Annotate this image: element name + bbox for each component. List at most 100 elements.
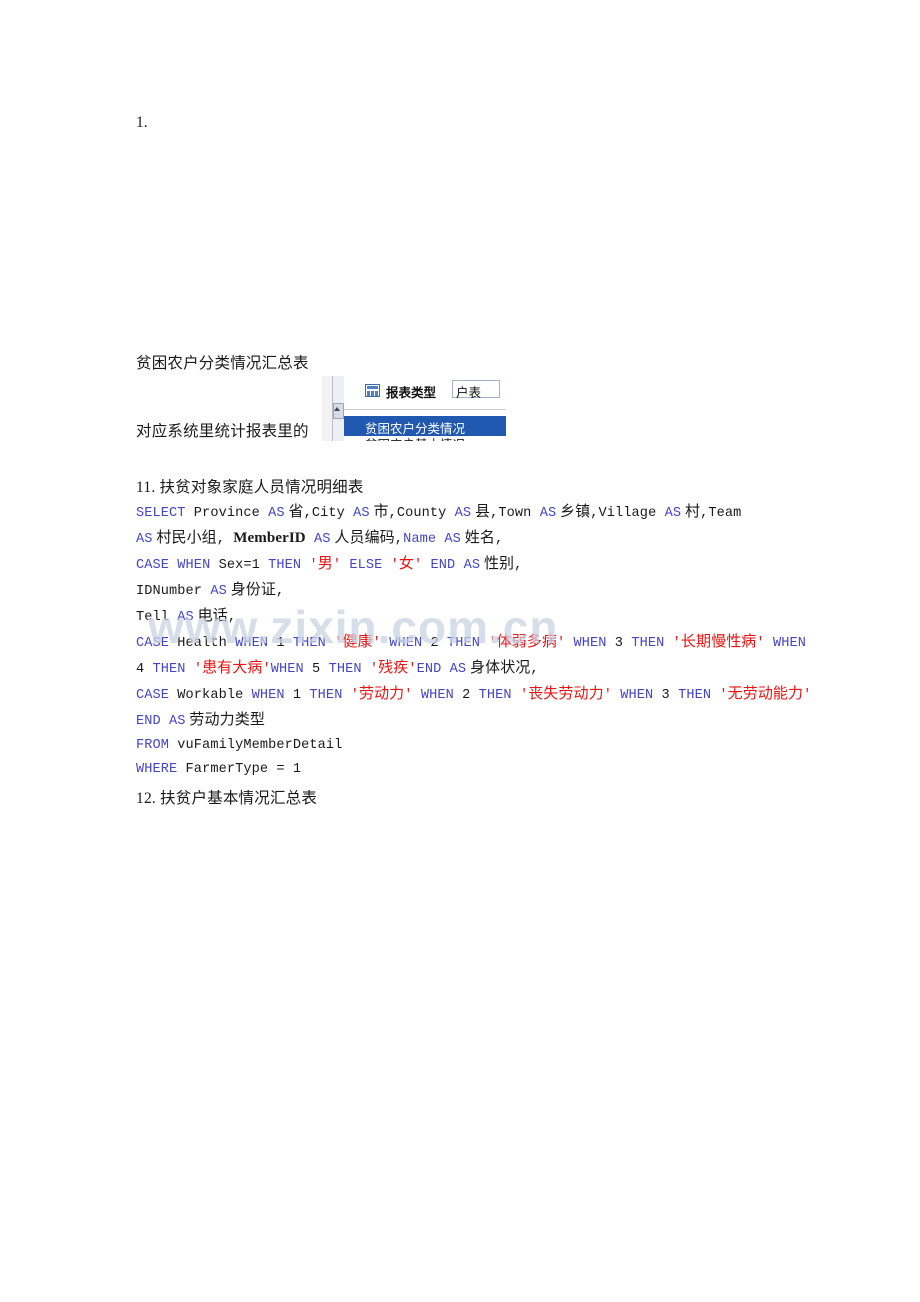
sql-token: AS (463, 558, 481, 573)
sql-token: 健康 (342, 634, 373, 650)
embedded-app-screenshot: 报表类型 户表 贫困农户分类情况 贫困农户基本情况 (322, 376, 506, 441)
sql-token: THEN (678, 688, 712, 703)
sql-token: 电话 (193, 608, 228, 624)
sql-token: AS (210, 584, 227, 599)
sql-token: WHEN (573, 636, 607, 651)
sql-token: THEN (152, 662, 186, 677)
sql-token: MemberID (233, 530, 306, 546)
sql-line: Tell AS 电话, (136, 604, 816, 630)
sql-token: 体弱多病 (496, 634, 557, 650)
sql-token: 性别 (480, 556, 515, 572)
section-heading-12: 12. 扶贫户基本情况汇总表 (136, 790, 318, 807)
sql-token: ' (719, 688, 728, 703)
sql-token: ' (262, 662, 271, 677)
sql-token: AS (136, 532, 153, 547)
sql-token: 2 (453, 688, 479, 703)
sql-token: ELSE (349, 558, 383, 573)
sql-token: 县 (471, 504, 491, 520)
report-type-label: 报表类型 (386, 386, 437, 400)
sql-token: IDNumber (136, 584, 211, 599)
sql-token: ' (756, 636, 765, 651)
sql-token: ' (390, 558, 399, 573)
sql-token: CASE (136, 688, 170, 703)
report-type-field[interactable]: 户表 (452, 380, 500, 400)
sql-token: , (514, 558, 523, 573)
sql-token: ' (519, 688, 529, 703)
top-item-number: 1. (136, 114, 148, 131)
sql-token: Sex=1 (210, 558, 269, 573)
sql-token: ,Village (590, 506, 665, 521)
sql-token: THEN (478, 688, 512, 703)
sql-token: CASE (136, 558, 170, 573)
scrollbar-thumb[interactable] (333, 403, 344, 419)
sql-token: Tell (136, 610, 178, 625)
sql-token: 1 (284, 688, 310, 703)
sql-token: FROM (136, 738, 170, 753)
sql-token: WHEN (772, 636, 806, 651)
sql-token: 劳动力类型 (185, 712, 265, 728)
sql-line: AS 村民小组, MemberID AS 人员编码,Name AS 姓名, (136, 526, 816, 552)
sql-token: vuFamilyMemberDetail (169, 738, 343, 753)
sql-token: AS (539, 506, 557, 521)
sql-token: 患有大病 (202, 660, 263, 676)
sql-token: WHEN (270, 662, 304, 677)
sql-token: END (416, 662, 442, 677)
sql-token: ' (369, 662, 379, 677)
list-item-selected[interactable]: 贫困农户分类情况 (344, 416, 506, 436)
sql-token: ' (408, 662, 417, 677)
sql-token: ' (332, 558, 342, 573)
sql-token: , (494, 532, 504, 547)
scrollbar-track[interactable] (322, 376, 345, 441)
sql-token: 乡镇 (556, 504, 591, 520)
report-type-value: 户表 (456, 386, 482, 400)
sql-token: 身体状况 (466, 660, 531, 676)
sql-token: , (227, 610, 237, 625)
sql-token: AS (314, 532, 331, 547)
document-page: 1. 贫困农户分类情况汇总表 对应系统里统计报表里的 报表类型 户表 贫困农户分… (0, 0, 920, 1302)
sql-token: WHERE (136, 762, 178, 777)
sql-token: AS (353, 506, 370, 521)
scroll-arrow-icon[interactable] (334, 407, 340, 411)
sql-token: SELECT (136, 506, 186, 521)
sql-token: 丧失劳动力 (528, 686, 604, 702)
sql-token: ' (309, 558, 318, 573)
sql-code-block: SELECT Province AS 省,City AS 市,County AS… (136, 500, 816, 782)
sql-token: WHEN (251, 688, 285, 703)
sql-token: AS (444, 532, 461, 547)
sql-token: 女 (398, 556, 415, 572)
sql-token: 无劳动能力 (727, 686, 804, 702)
sql-token: AS (268, 506, 285, 521)
sql-token: 身份证 (226, 582, 276, 598)
sql-token: 省 (284, 504, 304, 520)
sql-token: ,Team (700, 506, 742, 521)
sql-token: ,City (303, 506, 354, 521)
sql-token: ' (372, 636, 381, 651)
sql-token: 3 (653, 688, 679, 703)
report-title: 贫困农户分类情况汇总表 (136, 355, 309, 372)
sql-token: END (430, 558, 456, 573)
sql-line: IDNumber AS 身份证, (136, 578, 816, 604)
sql-token: Name (403, 532, 437, 547)
sql-token: END (136, 714, 161, 729)
report-type-toolbar: 报表类型 户表 (344, 376, 506, 410)
sql-token: WHEN (177, 558, 211, 573)
sql-token: 1 (268, 636, 293, 651)
sql-token: WHEN (389, 636, 423, 651)
sql-token: ,Town (490, 506, 540, 521)
sql-token: THEN (631, 636, 665, 651)
sql-line: CASE Workable WHEN 1 THEN '劳动力' WHEN 2 T… (136, 682, 816, 734)
sql-token: , (394, 532, 404, 547)
list-item-next[interactable]: 贫困农户基本情况 (344, 436, 506, 441)
sql-token: 市 (369, 504, 389, 520)
